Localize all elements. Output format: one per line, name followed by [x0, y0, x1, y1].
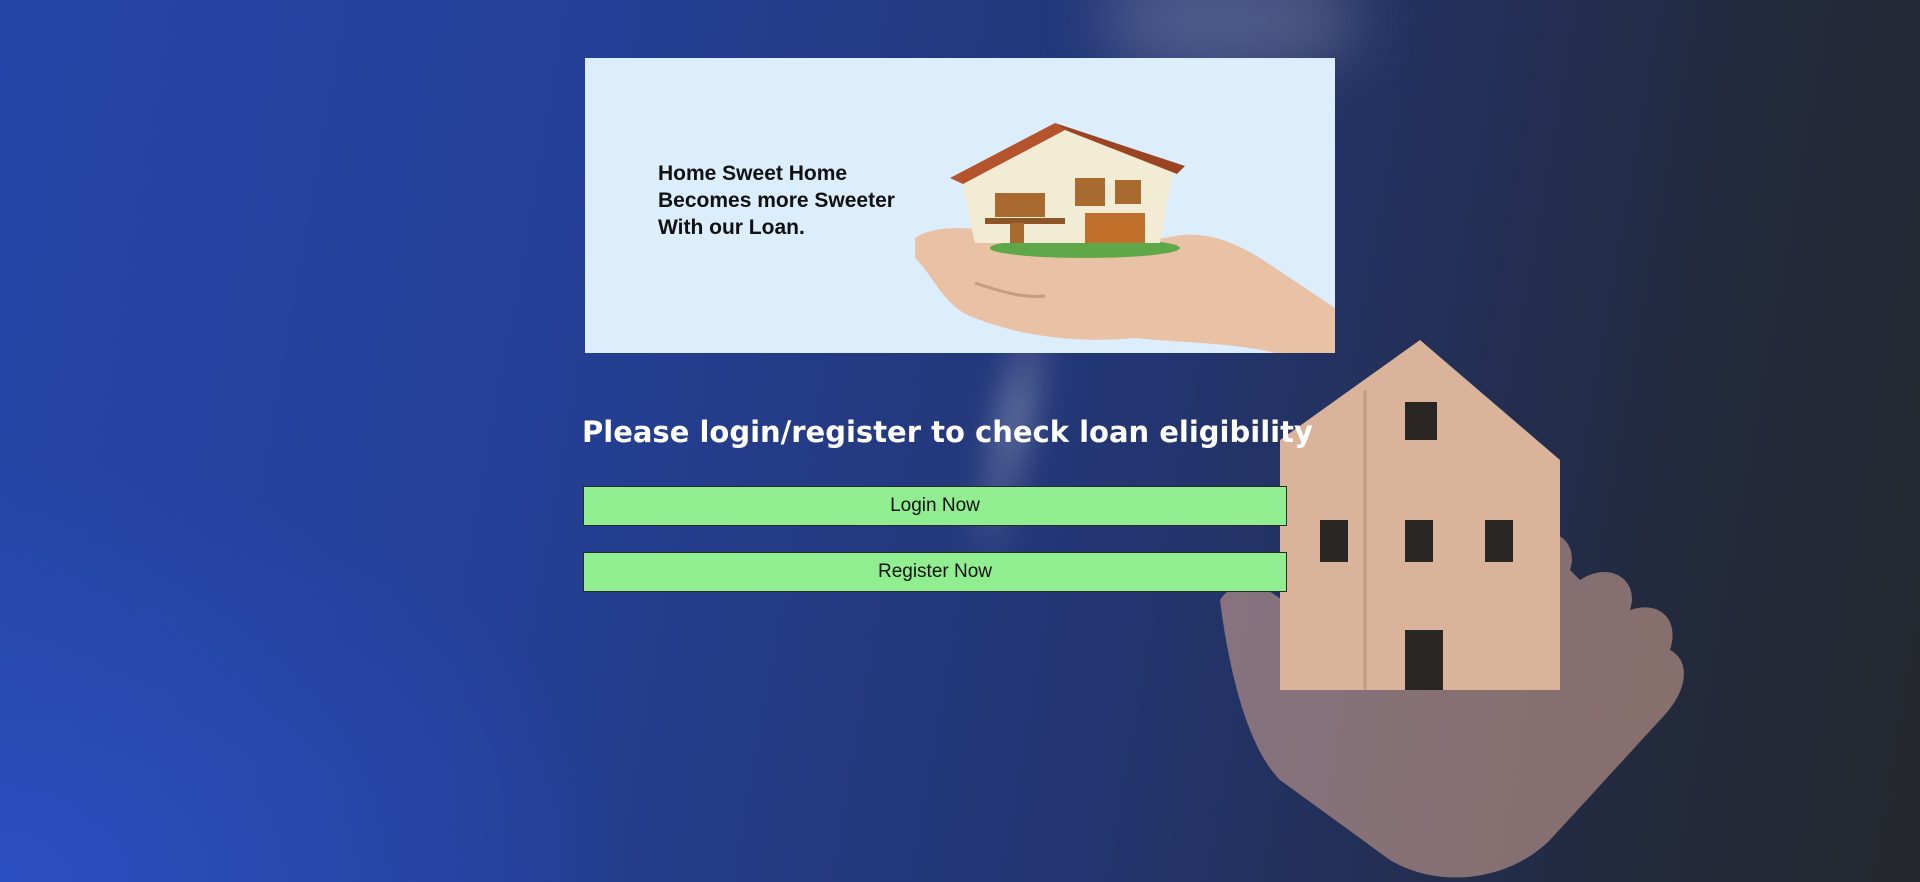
hand-icon [1220, 531, 1684, 878]
banner-line: Home Sweet Home [658, 162, 848, 185]
banner-line: With our Loan. [658, 216, 805, 239]
wooden-house-icon [1280, 340, 1560, 690]
banner-slogan: Home Sweet Home Becomes more Sweeter Wit… [658, 160, 895, 241]
register-button[interactable]: Register Now [583, 552, 1287, 592]
page-title: Please login/register to check loan elig… [582, 415, 1313, 449]
login-button[interactable]: Login Now [583, 486, 1287, 526]
promo-banner: Home Sweet Home Becomes more Sweeter Wit… [585, 58, 1335, 353]
banner-line: Becomes more Sweeter [658, 189, 895, 212]
house-in-hand-icon [915, 123, 1335, 353]
